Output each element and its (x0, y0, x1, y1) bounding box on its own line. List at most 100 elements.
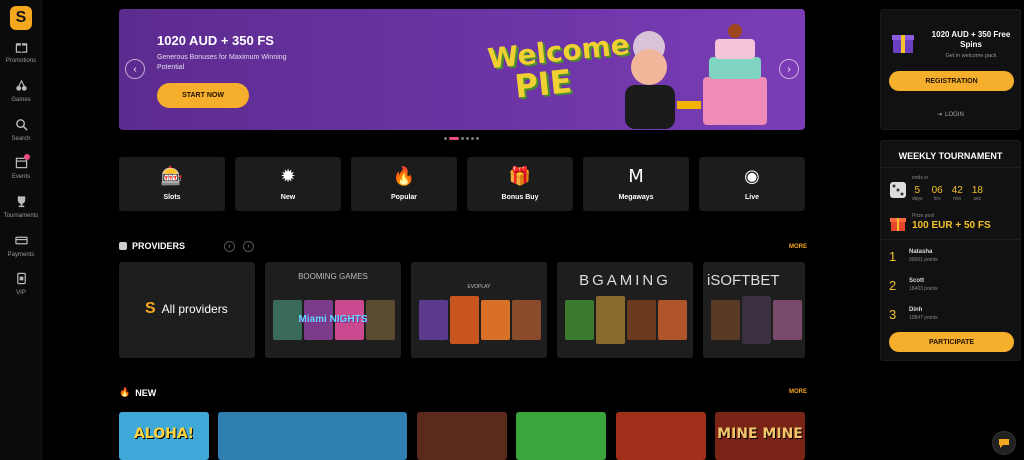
game-thumbnail (742, 296, 771, 344)
provider-card[interactable]: EVOPLAY (411, 262, 547, 358)
banner-prev-button[interactable]: ‹ (125, 59, 145, 79)
sidebar-item-label: Search (11, 136, 31, 142)
sidebar-item-label: Events (11, 174, 31, 180)
provider-thumbs (419, 296, 541, 344)
welcome-pack-title: 1020 AUD + 350 Free Spins (931, 30, 1011, 49)
game-thumbnail (512, 300, 541, 340)
category-slots[interactable]: 🎰 Slots (119, 157, 225, 211)
sidebar-item-payments[interactable]: Payments (0, 234, 42, 258)
game-thumbnail (419, 300, 448, 340)
brand-logo-icon: S (145, 300, 156, 317)
category-megaways[interactable]: M Megaways (583, 157, 689, 211)
game-thumbnail (565, 300, 594, 340)
site-logo[interactable]: S (10, 6, 32, 30)
sidebar-item-search[interactable]: Search (0, 118, 42, 142)
game-tile[interactable]: ALOHA! (119, 412, 209, 460)
player-points: 99061 points (909, 257, 938, 263)
trophy-icon (17, 196, 25, 208)
pagination-dot[interactable] (461, 137, 464, 140)
sidebar-item-label: Tournaments (3, 213, 39, 219)
pagination-dot[interactable] (471, 137, 474, 140)
pagination-dot[interactable] (476, 137, 479, 140)
slot-machine-icon: 🎰 (160, 165, 184, 187)
new-heading: 🔥 NEW (119, 387, 156, 398)
game-tile[interactable] (516, 412, 606, 460)
pagination-dot[interactable] (444, 137, 447, 140)
providers-title: PROVIDERS (132, 241, 186, 251)
search-icon (15, 119, 28, 131)
megaways-icon: M (628, 165, 644, 187)
providers-next-button[interactable]: › (243, 241, 254, 252)
pagination-dot-active[interactable] (449, 137, 459, 140)
provider-card[interactable]: BGAMING (557, 262, 693, 358)
flame-icon: 🔥 (119, 387, 131, 397)
sidebar: S Promotions Games Search Events Tournam… (0, 0, 42, 460)
flame-icon: 🔥 (392, 165, 416, 187)
sidebar-item-games[interactable]: Games (0, 79, 42, 103)
game-tile[interactable] (616, 412, 706, 460)
start-now-button[interactable]: START NOW (157, 83, 249, 108)
game-thumbnail (627, 300, 656, 340)
sidebar-item-tournaments[interactable]: Tournaments (0, 195, 42, 219)
game-tile[interactable] (218, 412, 407, 460)
sidebar-item-events[interactable]: Events (0, 154, 42, 180)
providers-more-link[interactable]: MORE (789, 244, 807, 250)
sidebar-item-label: Payments (7, 252, 35, 258)
game-thumbnail (773, 300, 802, 340)
provider-name: iSOFTBET (707, 272, 780, 289)
provider-card[interactable]: BOOMING GAMES Miami NIGHTS (265, 262, 401, 358)
new-badge-icon: ✹ (280, 165, 296, 187)
game-tile[interactable] (417, 412, 507, 460)
provider-card[interactable]: iSOFTBET (703, 262, 805, 358)
login-link[interactable]: ⇥ LOGIN (881, 111, 1020, 119)
game-thumbnail (596, 296, 625, 344)
registration-button[interactable]: REGISTRATION (889, 71, 1014, 91)
new-more-link[interactable]: MORE (789, 389, 807, 395)
game-thumbnail (481, 300, 510, 340)
category-label: Live (744, 193, 759, 201)
banner-next-button[interactable]: › (779, 59, 799, 79)
ends-in-label: ends in (912, 175, 929, 181)
promo-banner[interactable]: ‹ 1020 AUD + 350 FS Generous Bonuses for… (119, 9, 805, 130)
category-new[interactable]: ✹ New (235, 157, 341, 211)
welcome-pack-subtitle: Get in welcome pack (945, 53, 997, 59)
sidebar-item-promotions[interactable]: Promotions (0, 40, 42, 64)
game-thumbnail (658, 300, 687, 340)
featured-game-title: Miami NIGHTS (298, 314, 368, 325)
player-name: Natasha (909, 249, 933, 255)
pagination-dot[interactable] (466, 137, 469, 140)
banner-subtitle: Generous Bonuses for Maximum Winning Pot… (157, 54, 287, 71)
welcome-pack-panel: 1020 AUD + 350 Free Spins Get in welcome… (880, 9, 1021, 130)
countdown: 5 days 06 hrs 42 min 18 sec (912, 185, 983, 202)
dice-icon (890, 182, 906, 198)
weekly-tournament-panel: WEEKLY TOURNAMENT ends in 5 days 06 hrs 42… (880, 140, 1021, 361)
login-label: LOGIN (945, 111, 964, 118)
chat-button[interactable] (992, 431, 1016, 455)
category-live[interactable]: ◉ Live (699, 157, 805, 211)
category-label: Megaways (618, 193, 654, 201)
prize-pool-value: 100 EUR + 50 FS (912, 220, 991, 231)
banner-pagination[interactable] (444, 137, 479, 140)
all-providers-card[interactable]: S All providers (119, 262, 255, 358)
provider-thumbs (565, 296, 687, 344)
prize-pool-label: Prize pool (912, 213, 935, 219)
providers-prev-button[interactable]: ‹ (224, 241, 235, 252)
provider-name: EVOPLAY (467, 284, 491, 290)
game-title: MINE MINE (717, 426, 803, 442)
provider-thumbs (711, 296, 802, 344)
prize-gift-icon (890, 218, 906, 231)
notification-dot (24, 154, 30, 160)
providers-icon (119, 242, 127, 250)
game-thumbnail (450, 296, 479, 344)
new-title: NEW (135, 387, 157, 398)
gift-icon: 🎁 (508, 165, 532, 187)
player-name: Scott (909, 278, 924, 284)
game-tile[interactable]: MINE MINE (715, 412, 805, 460)
category-bonus-buy[interactable]: 🎁 Bonus Buy (467, 157, 573, 211)
leaderboard-row: 1 Natasha 99061 points (889, 243, 1014, 269)
category-popular[interactable]: 🔥 Popular (351, 157, 457, 211)
player-points: 18403 points (909, 286, 938, 292)
sidebar-item-vip[interactable]: VIP (0, 272, 42, 296)
participate-button[interactable]: PARTICIPATE (889, 332, 1014, 352)
countdown-hours: 06 hrs (931, 185, 943, 202)
